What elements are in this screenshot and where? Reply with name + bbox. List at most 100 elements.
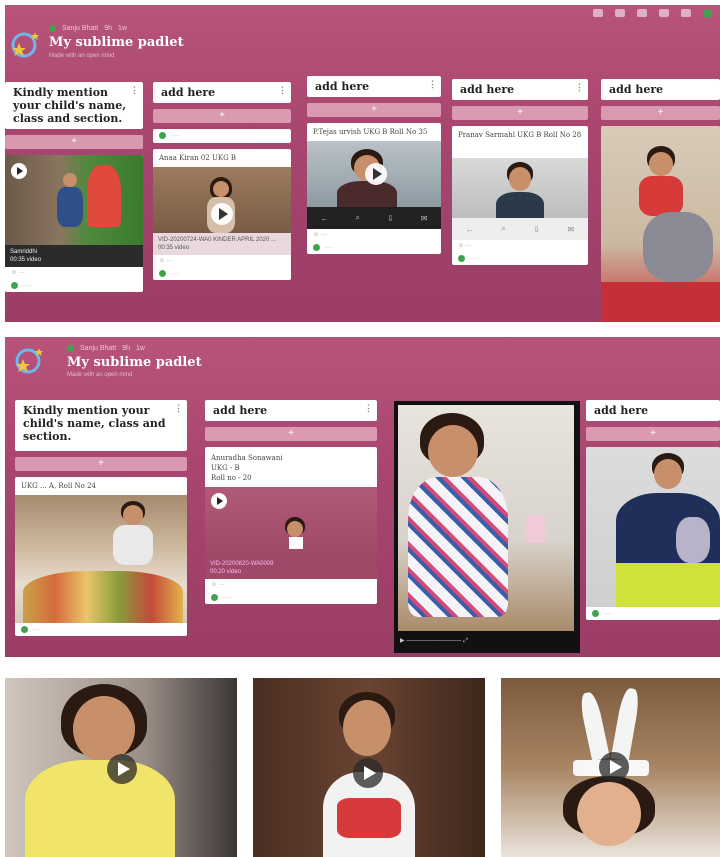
video-thumbnail[interactable] (205, 487, 377, 557)
video-thumbnail[interactable] (452, 158, 588, 218)
add-post-button[interactable]: + (601, 106, 720, 120)
play-icon[interactable] (11, 163, 27, 179)
video-controls[interactable]: ▶ ───────────── ⤢ (400, 637, 572, 647)
video-thumbnail-1[interactable] (5, 678, 237, 857)
play-icon[interactable] (353, 758, 383, 788)
video-player[interactable]: ▶ ───────────── ⤢ (394, 401, 580, 653)
zoom-icon[interactable]: ⌕ (356, 213, 360, 223)
play-icon[interactable] (365, 163, 387, 185)
share-icon[interactable] (615, 9, 625, 17)
post-card-collapsed[interactable]: ····· (153, 129, 291, 143)
author-name[interactable]: Sanju Bhatt (80, 345, 116, 352)
padlet-logo-icon (11, 32, 39, 58)
video-thumbnail-3[interactable] (501, 678, 720, 857)
comment-avatar-icon (11, 282, 18, 289)
post-card[interactable]: P.Tejas urvish UKG B Roll No 35 ← ⌕ ⇩ ✉ … (307, 123, 441, 254)
more-icon[interactable] (681, 9, 691, 17)
video-controls[interactable]: ← ⌕ ⇩ ✉ (452, 218, 588, 240)
comment-avatar-icon (592, 610, 599, 617)
post-card[interactable]: UKG ... A, Roll No 24 ····· (15, 477, 187, 636)
post-card[interactable]: Samriddhi 00:35 video ☺ ··· ····· (5, 155, 143, 292)
post-text: Anuradha Sonawani UKG - B Roll no - 20 (211, 454, 283, 482)
add-comment[interactable]: ····· (205, 591, 377, 604)
column-header[interactable]: add here (586, 400, 720, 421)
padlet-header: Sanju Bhatt 9h 1w My sublime padlet Made… (5, 337, 720, 378)
add-post-button[interactable]: + (586, 427, 720, 441)
created-time: 1w (118, 25, 127, 32)
post-text: P.Tejas urvish UKG B Roll No 35 (313, 128, 428, 136)
more-vertical-icon[interactable]: ⋮ (174, 403, 183, 416)
edited-time: 9h (104, 25, 112, 32)
comment-avatar-icon (159, 132, 166, 139)
export-icon[interactable] (637, 9, 647, 17)
play-icon[interactable] (599, 752, 629, 782)
back-icon[interactable]: ← (466, 225, 474, 234)
add-comment[interactable]: ····· (5, 279, 143, 292)
column-header[interactable]: add here ⋮ (205, 400, 377, 421)
play-icon[interactable] (211, 493, 227, 509)
column-header[interactable]: add here ⋮ (452, 79, 588, 100)
reactions[interactable]: ☺ ··· (205, 579, 377, 591)
more-vertical-icon[interactable]: ⋮ (428, 79, 437, 92)
column-header[interactable]: add here (601, 79, 720, 100)
post-text: Anaa Kiran 02 UKG B (159, 154, 237, 162)
post-card[interactable]: Anuradha Sonawani UKG - B Roll no - 20 V… (205, 447, 377, 604)
add-comment[interactable]: ····· (586, 607, 720, 620)
post-card[interactable] (601, 126, 720, 322)
add-post-button[interactable]: + (205, 427, 377, 441)
reactions[interactable]: ☺ ··· (153, 255, 291, 267)
column-add-here-1: add here ⋮ + ····· Anaa Kiran 02 UKG B V… (153, 82, 291, 280)
column-add-here-4: add here + (601, 79, 720, 322)
add-post-button[interactable]: + (307, 103, 441, 117)
post-card[interactable]: Anaa Kiran 02 UKG B VID-20200724-WA0 KIN… (153, 149, 291, 280)
column-add-here-3: add here ⋮ + Pranav Sarmahl UKG B Roll N… (452, 79, 588, 265)
add-comment[interactable]: ····· (153, 267, 291, 280)
settings-icon[interactable] (659, 9, 669, 17)
heart-icon[interactable] (593, 9, 603, 17)
reactions[interactable]: ☺ ··· (5, 267, 143, 279)
zoom-icon[interactable]: ⌕ (501, 224, 505, 234)
add-comment[interactable]: ····· (15, 623, 187, 636)
add-post-button[interactable]: + (15, 457, 187, 471)
download-icon[interactable]: ⇩ (533, 225, 540, 234)
back-icon[interactable]: ← (321, 214, 329, 223)
add-post-button[interactable]: + (5, 135, 143, 149)
avatar[interactable] (703, 9, 712, 18)
more-vertical-icon[interactable]: ⋮ (575, 82, 584, 95)
column-header[interactable]: Kindly mention your child's name, class … (5, 82, 143, 129)
video-thumbnail[interactable] (307, 141, 441, 207)
video-controls[interactable]: ← ⌕ ⇩ ✉ (307, 207, 441, 229)
more-vertical-icon[interactable]: ⋮ (364, 403, 373, 416)
column-header[interactable]: add here ⋮ (307, 76, 441, 97)
post-card[interactable]: Pranav Sarmahl UKG B Roll No 28 ← ⌕ ⇩ ✉ … (452, 126, 588, 265)
more-vertical-icon[interactable]: ⋮ (130, 85, 139, 98)
post-photo[interactable] (601, 126, 720, 322)
play-icon[interactable] (211, 203, 233, 225)
email-icon[interactable]: ✉ (567, 225, 574, 234)
add-post-button[interactable]: + (452, 106, 588, 120)
more-vertical-icon[interactable]: ⋮ (278, 85, 287, 98)
download-icon[interactable]: ⇩ (387, 214, 394, 223)
add-comment[interactable]: ····· (452, 252, 588, 265)
comment-avatar-icon (159, 270, 166, 277)
email-icon[interactable]: ✉ (421, 214, 428, 223)
post-photo[interactable] (586, 447, 720, 607)
play-icon[interactable] (107, 754, 137, 784)
column-header[interactable]: Kindly mention your child's name, class … (15, 400, 187, 451)
post-photo[interactable] (15, 495, 187, 623)
page-subtitle: Made with an open mind (67, 372, 133, 378)
column-header[interactable]: add here ⋮ (153, 82, 291, 103)
author-name[interactable]: Sanju Bhatt (62, 25, 98, 32)
video-frame[interactable] (398, 405, 574, 631)
post-card[interactable]: ····· (586, 447, 720, 620)
comment-avatar-icon (458, 255, 465, 262)
video-thumbnail-2[interactable] (253, 678, 485, 857)
add-comment[interactable]: ····· (307, 241, 441, 254)
created-time: 1w (136, 345, 145, 352)
reactions[interactable]: ☺ ··· (452, 240, 588, 252)
reactions[interactable]: ☺ ··· (307, 229, 441, 241)
video-thumbnail[interactable] (153, 167, 291, 233)
column-intro: Kindly mention your child's name, class … (15, 400, 187, 636)
video-thumbnail[interactable] (5, 155, 143, 245)
add-post-button[interactable]: + (153, 109, 291, 123)
